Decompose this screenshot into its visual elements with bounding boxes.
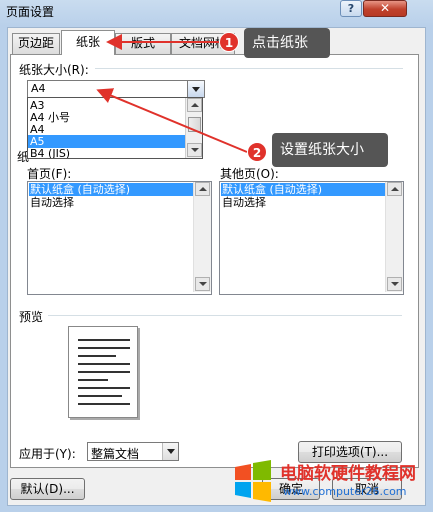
watermark-url: www.computer26.com [283, 485, 407, 498]
annotation-arrows [96, 34, 248, 153]
windows-logo-icon [235, 460, 271, 502]
watermark-site-name: 电脑软硬件教程网 [280, 464, 416, 484]
step-badge-2: 2 [247, 142, 267, 162]
callout-set-paper-size: 设置纸张大小 [272, 133, 388, 167]
callout-click-paper: 点击纸张 [244, 28, 330, 58]
step-badge-1: 1 [219, 32, 239, 52]
arrow-to-paper-size [96, 88, 248, 153]
